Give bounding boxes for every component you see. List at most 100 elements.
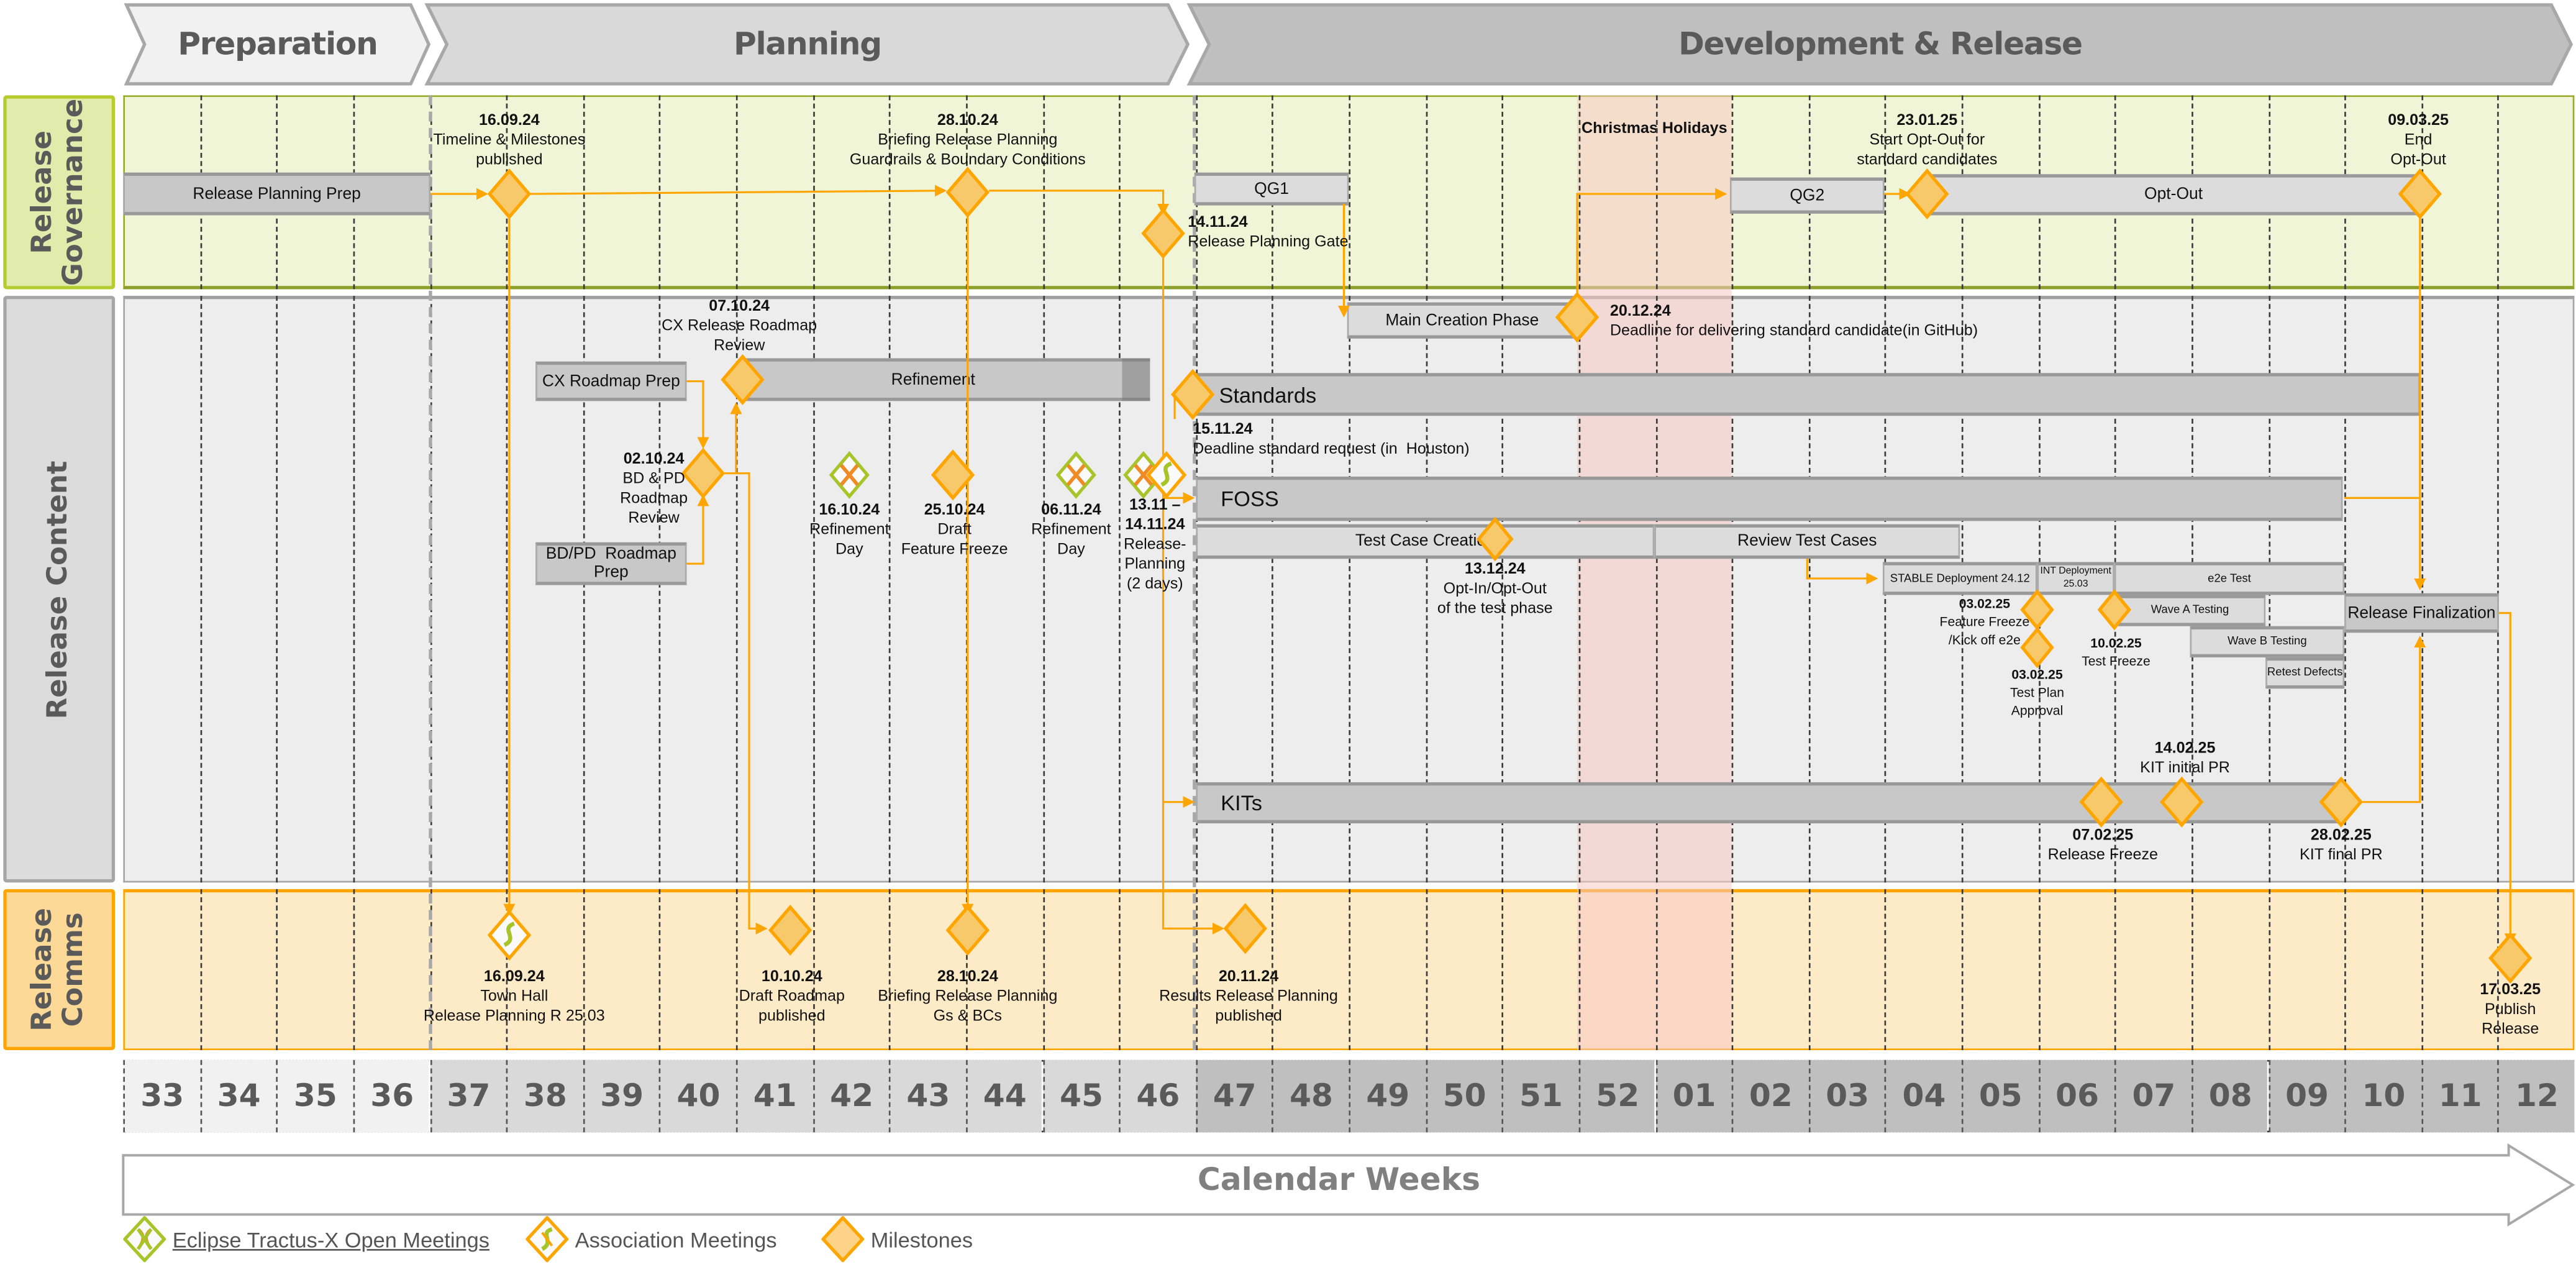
week-cell: 45: [1042, 1059, 1119, 1133]
week-gridline: [1731, 889, 1734, 1051]
milestone-label: 14.11.24 Release Planning Gate: [1188, 214, 1385, 253]
week-gridline: [2114, 889, 2117, 1051]
tractus-x-meeting-icon: [829, 451, 870, 499]
week-gridline: [1578, 889, 1580, 1051]
milestone-icon: [945, 904, 990, 956]
milestone-date: 16.10.24: [819, 501, 880, 519]
week-gridline: [2344, 889, 2347, 1051]
milestone-text: End Opt-Out: [2390, 131, 2446, 170]
milestone-label: 07.10.24 CX Release Roadmap Review: [649, 298, 830, 357]
week-gridline: [1502, 889, 1504, 1051]
milestone-text: Draft Feature Freeze: [901, 521, 1008, 559]
milestone-text: Briefing Release Planning Gs & BCs: [878, 987, 1058, 1026]
milestone-label: 23.01.25 Start Opt-Out for standard candi…: [1829, 112, 2026, 171]
milestone-date: 10.02.25: [2090, 636, 2142, 651]
milestone-date: 09.03.25: [2388, 111, 2449, 130]
bar-cx-roadmap-prep: CX Roadmap Prep: [535, 361, 687, 401]
milestone-text: Start Opt-Out for standard candidates: [1857, 131, 1998, 170]
milestone-date: 10.10.24: [761, 967, 822, 986]
milestone-icon: [1170, 368, 1215, 420]
milestone-text: Release- Planning (2 days): [1124, 536, 1186, 593]
bar-qg1: QG1: [1194, 172, 1349, 206]
milestone-label: 13.11 – 14.11.24 Release- Planning (2 day…: [1113, 496, 1198, 595]
milestone-date: 25.10.24: [924, 501, 985, 519]
phase-label: Development & Release: [1678, 26, 2083, 63]
week-gridline: [2421, 889, 2423, 1051]
milestone-date: 14.02.25: [2154, 739, 2216, 758]
milestone-icon: [1555, 291, 1600, 343]
milestone-text: Refinement Day: [1031, 521, 1111, 559]
week-cell: 41: [735, 1059, 813, 1133]
milestone-text: Deadline for delivering standard candida…: [1609, 322, 1978, 341]
week-gridline: [276, 296, 278, 883]
milestone-label: 02.10.24 BD & PD Roadmap Review: [608, 451, 700, 529]
milestone-icon: [2160, 776, 2204, 828]
milestone-text: Results Release Planning published: [1159, 987, 1338, 1026]
week-gridline: [2498, 95, 2500, 290]
milestone-icon: [2398, 168, 2442, 220]
milestone-label: 28.10.24 Briefing Release Planning Guardr…: [836, 112, 1099, 171]
bar-foss: FOSS: [1196, 476, 2343, 521]
legend-label: Association Meetings: [575, 1227, 777, 1252]
milestone-label: 03.02.25 Test Plan Approval: [1988, 666, 2087, 720]
milestone-date: 23.01.25: [1896, 111, 1958, 130]
milestone-text: Draft Roadmap published: [739, 987, 845, 1026]
milestone-icon: [931, 449, 975, 501]
row-label-text: Release Content: [42, 460, 75, 719]
milestone-date: 07.02.25: [2072, 826, 2134, 845]
week-cell: 43: [889, 1059, 966, 1133]
week-gridline: [1808, 889, 1810, 1051]
milestone-label: 20.11.24 Results Release Planning publish…: [1150, 968, 1347, 1027]
week-gridline: [659, 95, 662, 290]
week-gridline: [1425, 889, 1427, 1051]
milestone-text: Timeline & Milestones published: [433, 131, 586, 170]
milestone-text: Publish Release: [2482, 1000, 2539, 1039]
week-cell: 42: [812, 1059, 890, 1133]
phase-label: Preparation: [178, 26, 378, 63]
week-cell: 39: [583, 1059, 660, 1133]
milestone-text: BD & PD Roadmap Review: [620, 470, 688, 528]
week-gridline: [2191, 889, 2193, 1051]
week-gridline: [1961, 889, 1964, 1051]
milestone-date: 20.12.24: [1609, 302, 1671, 321]
week-cell: 48: [1272, 1059, 1349, 1133]
milestone-text: Deadline standard request (in Houston): [1193, 440, 1470, 459]
release-timeline-diagram: Preparation Planning Development & Relea…: [0, 0, 2576, 1267]
milestone-text: KIT initial PR: [2140, 759, 2230, 777]
milestone-text: Briefing Release Planning Guardrails & B…: [849, 131, 1086, 170]
milestone-text: Feature Freeze /Kick off e2e: [1939, 615, 2030, 648]
milestone-date: 28.02.25: [2310, 826, 2372, 845]
week-cell: 50: [1425, 1059, 1502, 1133]
week-cell: 51: [1502, 1059, 1579, 1133]
milestone-label: 07.02.25 Release Freeze: [2037, 826, 2169, 866]
week-cell: 12: [2498, 1059, 2575, 1133]
week-cell: 49: [1349, 1059, 1426, 1133]
row-label-text: Release Governance: [26, 98, 91, 286]
week-gridline: [1119, 889, 1121, 1051]
milestone-date: 13.12.24: [1464, 560, 1526, 579]
milestone-label: 09.03.25 End Opt-Out: [2349, 112, 2487, 171]
bar-bdpd-roadmap-prep: BD/PD Roadmap Prep: [535, 542, 687, 585]
week-cell: 47: [1195, 1059, 1272, 1133]
milestone-date: 28.10.24: [937, 967, 998, 986]
milestone-text: Town Hall Release Planning R 25.03: [423, 987, 605, 1026]
week-cell: 36: [353, 1059, 430, 1133]
milestone-label: 28.10.24 Briefing Release Planning Gs & B…: [861, 968, 1075, 1027]
bar-release-planning-prep: Release Planning Prep: [123, 172, 430, 216]
milestone-icon: [1141, 208, 1185, 259]
milestone-label: 10.10.24 Draft Roadmap published: [718, 968, 866, 1027]
week-cell: 10: [2344, 1059, 2421, 1133]
legend-item-tractus-x: Eclipse Tractus-X Open Meetings: [123, 1216, 489, 1263]
week-cell: 02: [1731, 1059, 1809, 1133]
week-cell: 11: [2421, 1059, 2498, 1133]
milestone-icon: [2488, 932, 2533, 984]
week-cell: 46: [1119, 1059, 1196, 1133]
row-label-text: Release Comms: [26, 908, 91, 1031]
bar-review-test-cases: Review Test Cases: [1654, 524, 1960, 559]
milestone-icon: [487, 168, 532, 220]
bar-stable-deployment: STABLE Deployment 24.12: [1882, 562, 2037, 595]
week-gridline: [1885, 889, 1887, 1051]
bar-wave-b-testing: Wave B Testing: [2190, 626, 2345, 657]
week-cell: 05: [1961, 1059, 2039, 1133]
week-cell: 37: [429, 1059, 506, 1133]
